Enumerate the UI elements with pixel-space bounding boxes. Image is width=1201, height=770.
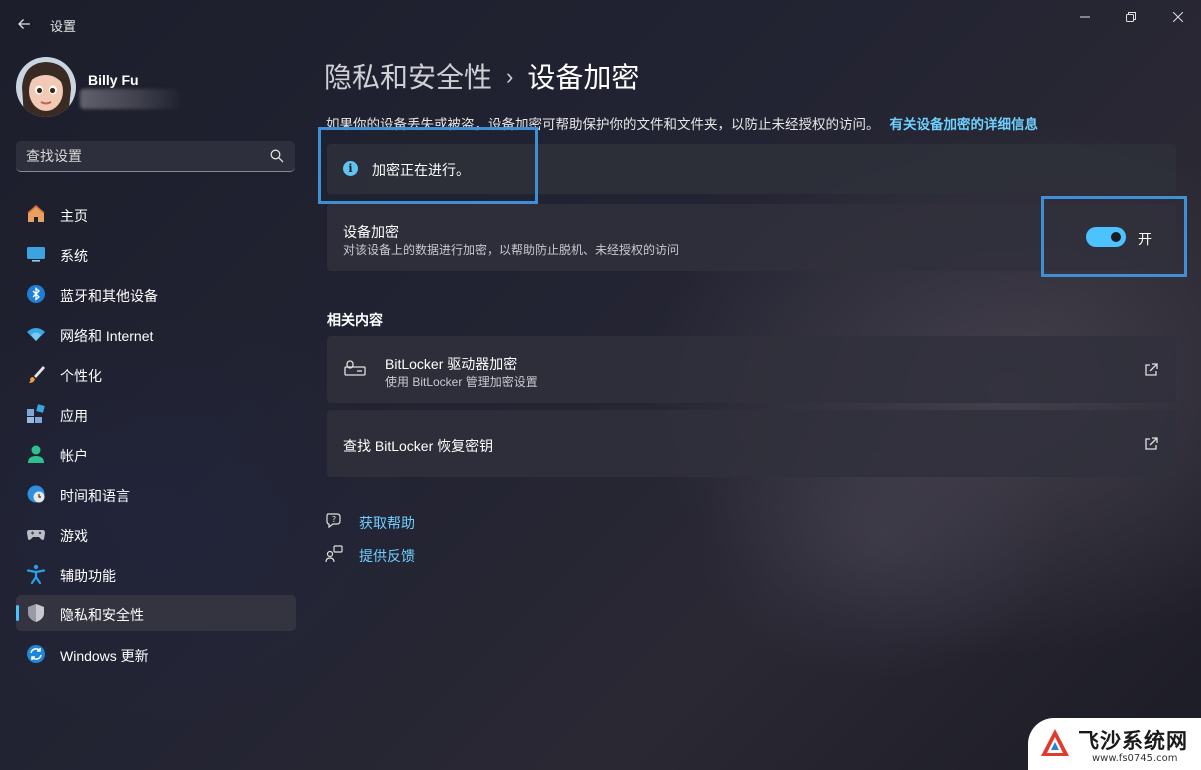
bitlocker-drive-encryption-card[interactable]: BitLocker 驱动器加密 使用 BitLocker 管理加密设置 xyxy=(327,336,1176,403)
watermark-logo-icon xyxy=(1041,729,1069,756)
minimize-icon xyxy=(1080,16,1090,18)
sidebar-item-system[interactable]: 系统 xyxy=(16,236,296,272)
sidebar-item-label: 网络和 Internet xyxy=(60,328,154,344)
avatar-image xyxy=(16,57,76,117)
breadcrumb-parent[interactable]: 隐私和安全性 xyxy=(324,62,492,93)
card-title: 查找 BitLocker 恢复密钥 xyxy=(343,438,494,454)
external-link-icon xyxy=(1145,437,1158,450)
gamepad-icon xyxy=(26,524,46,544)
sidebar-item-label: 系统 xyxy=(60,248,88,264)
back-arrow-icon xyxy=(18,19,30,29)
app-title: 设置 xyxy=(50,19,77,34)
user-name: Billy Fu xyxy=(88,72,139,88)
shield-icon xyxy=(26,603,46,623)
page-title: 设备加密 xyxy=(527,62,640,93)
back-button[interactable] xyxy=(12,12,36,36)
breadcrumb-separator: › xyxy=(506,64,514,89)
sidebar-item-label: 个性化 xyxy=(60,368,102,384)
feedback-icon xyxy=(325,545,343,563)
card-title: BitLocker 驱动器加密 xyxy=(385,356,518,372)
search-icon[interactable] xyxy=(270,149,284,163)
minimize-button[interactable] xyxy=(1062,4,1108,30)
sidebar-item-home[interactable]: 主页 xyxy=(16,196,296,232)
sidebar-item-label: 时间和语言 xyxy=(60,488,130,504)
sidebar-item-label: 主页 xyxy=(60,208,88,224)
close-button[interactable] xyxy=(1155,4,1201,30)
search-input[interactable] xyxy=(26,148,246,164)
system-icon xyxy=(26,244,46,264)
sidebar-item-label: 蓝牙和其他设备 xyxy=(60,288,158,304)
avatar[interactable] xyxy=(16,57,76,117)
breadcrumb: 隐私和安全性 › 设备加密 xyxy=(324,56,639,96)
sidebar-item-accounts[interactable]: 帐户 xyxy=(16,436,296,472)
accessibility-icon xyxy=(26,564,46,584)
highlight-box-toggle xyxy=(1041,196,1187,277)
get-help-link[interactable]: 获取帮助 xyxy=(359,513,415,533)
search-box[interactable] xyxy=(16,141,295,172)
sidebar-item-personalization[interactable]: 个性化 xyxy=(16,356,296,392)
sidebar-item-network[interactable]: 网络和 Internet xyxy=(16,316,296,352)
bitlocker-drive-icon xyxy=(344,360,366,376)
brush-icon xyxy=(26,364,46,384)
card-subtitle: 对该设备上的数据进行加密，以帮助防止脱机、未经授权的访问 xyxy=(343,243,680,257)
learn-more-link[interactable]: 有关设备加密的详细信息 xyxy=(890,117,1039,132)
highlight-box-info xyxy=(318,127,538,204)
restore-icon xyxy=(1126,12,1136,22)
update-icon xyxy=(26,644,46,664)
apps-icon xyxy=(26,404,46,424)
sidebar-item-privacy-security[interactable]: 隐私和安全性 xyxy=(16,595,296,631)
title-bar: 设置 xyxy=(0,0,1201,46)
sidebar-item-label: 辅助功能 xyxy=(60,568,116,584)
svg-text:?: ? xyxy=(332,515,336,524)
card-title: 设备加密 xyxy=(343,224,399,240)
sidebar-item-label: 游戏 xyxy=(60,528,88,544)
bluetooth-icon xyxy=(26,284,46,304)
help-chat-icon: ? xyxy=(326,513,341,529)
give-feedback-link[interactable]: 提供反馈 xyxy=(359,546,415,566)
watermark-brand: 飞沙系统网 xyxy=(1078,729,1188,753)
external-link-icon xyxy=(1145,363,1158,376)
clock-globe-icon xyxy=(26,484,46,504)
sidebar-item-label: 隐私和安全性 xyxy=(60,607,144,623)
watermark: 飞沙系统网 www.fs0745.com xyxy=(1028,718,1201,770)
close-icon xyxy=(1173,12,1183,22)
sidebar-item-label: Windows 更新 xyxy=(60,648,149,664)
sidebar-item-gaming[interactable]: 游戏 xyxy=(16,516,296,552)
sidebar-item-windows-update[interactable]: Windows 更新 xyxy=(16,636,296,672)
account-icon xyxy=(26,444,46,464)
sidebar-item-bluetooth[interactable]: 蓝牙和其他设备 xyxy=(16,276,296,312)
home-icon xyxy=(26,204,46,224)
sidebar-item-label: 应用 xyxy=(60,408,88,424)
user-email-redacted xyxy=(80,89,180,109)
sidebar-item-accessibility[interactable]: 辅助功能 xyxy=(16,556,296,592)
watermark-url: www.fs0745.com xyxy=(1092,753,1178,764)
sidebar-item-time-language[interactable]: 时间和语言 xyxy=(16,476,296,512)
sidebar-item-apps[interactable]: 应用 xyxy=(16,396,296,432)
restore-button[interactable] xyxy=(1108,4,1154,30)
sidebar-item-label: 帐户 xyxy=(60,448,88,464)
wifi-icon xyxy=(26,324,46,344)
related-content-heading: 相关内容 xyxy=(327,312,383,328)
find-recovery-key-card[interactable]: 查找 BitLocker 恢复密钥 xyxy=(327,410,1176,477)
card-subtitle: 使用 BitLocker 管理加密设置 xyxy=(385,375,538,389)
